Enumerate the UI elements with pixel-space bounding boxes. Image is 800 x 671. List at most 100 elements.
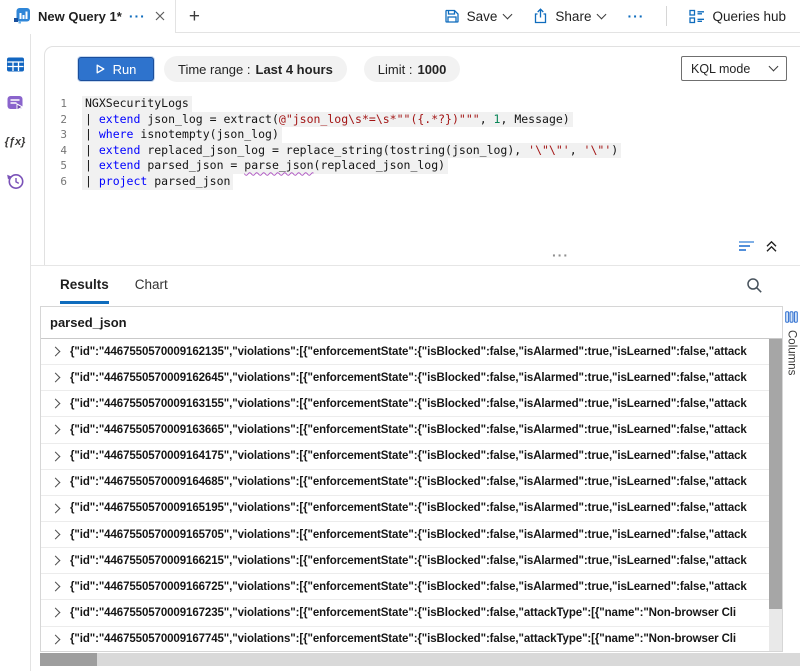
code-line[interactable]: 3 | where isnotempty(json_log) xyxy=(45,127,800,143)
table-row[interactable]: {"id":"4467550570009162645","violations"… xyxy=(41,365,769,391)
table-row[interactable]: {"id":"4467550570009163665","violations"… xyxy=(41,417,769,443)
save-label: Save xyxy=(467,9,498,24)
table-row[interactable]: {"id":"4467550570009164685","violations"… xyxy=(41,470,769,496)
run-label: Run xyxy=(113,62,137,77)
columns-panel-label: Columns xyxy=(786,330,798,375)
share-button[interactable]: Share xyxy=(533,8,605,24)
expand-chevron-icon[interactable] xyxy=(51,582,61,592)
code-line[interactable]: 2 | extend json_log = extract(@"json_log\… xyxy=(45,112,800,128)
left-sidebar: {ƒx} xyxy=(0,34,31,671)
table-row[interactable]: {"id":"4467550570009165705","violations"… xyxy=(41,522,769,548)
row-json-value: {"id":"4467550570009165195","violations"… xyxy=(70,502,747,514)
row-json-value: {"id":"4467550570009163665","violations"… xyxy=(70,424,747,436)
row-json-value: {"id":"4467550570009167745","violations"… xyxy=(70,633,736,645)
expand-chevron-icon[interactable] xyxy=(51,556,61,566)
limit-label: Limit : xyxy=(378,62,413,77)
more-actions-button[interactable]: ··· xyxy=(627,11,644,21)
row-json-value: {"id":"4467550570009166215","violations"… xyxy=(70,555,747,567)
code-line[interactable]: 6| project parsed_json xyxy=(45,174,800,190)
row-json-value: {"id":"4467550570009163155","violations"… xyxy=(70,398,747,410)
time-range-value: Last 4 hours xyxy=(256,62,333,77)
code-text: NGXSecurityLogs xyxy=(82,96,192,112)
table-row[interactable]: {"id":"4467550570009166215","violations"… xyxy=(41,548,769,574)
expand-chevron-icon[interactable] xyxy=(51,373,61,383)
limit-picker[interactable]: Limit : 1000 xyxy=(364,56,461,82)
line-number: 3 xyxy=(45,127,67,143)
table-row[interactable]: {"id":"4467550570009167745","violations"… xyxy=(41,627,769,651)
expand-chevron-icon[interactable] xyxy=(51,634,61,644)
kql-mode-select[interactable]: KQL mode xyxy=(681,56,787,81)
tab-more-icon[interactable]: ··· xyxy=(129,11,146,21)
sidebar-data-table-icon[interactable] xyxy=(4,54,26,74)
share-chevron-down-icon xyxy=(597,9,607,19)
horizontal-scrollbar[interactable] xyxy=(40,653,800,666)
expand-chevron-icon[interactable] xyxy=(51,399,61,409)
share-label: Share xyxy=(555,9,591,24)
line-number: 4 xyxy=(45,143,67,159)
horizontal-scrollbar-thumb[interactable] xyxy=(40,653,97,666)
actions-divider xyxy=(666,6,667,26)
results-tabs: Results Chart xyxy=(31,266,800,304)
query-tab[interactable]: New Query 1* ··· xyxy=(0,0,176,33)
editor-tools xyxy=(738,240,778,253)
new-tab-button[interactable]: + xyxy=(189,7,200,26)
query-panel: Run Time range : Last 4 hours Limit : 10… xyxy=(31,34,800,266)
columns-panel-toggle[interactable]: Columns xyxy=(783,306,800,652)
tab-bar: New Query 1* ··· + Save xyxy=(0,0,800,33)
tab-title: New Query 1* xyxy=(38,9,122,24)
expand-chevron-icon[interactable] xyxy=(51,608,61,618)
results-body: {"id":"4467550570009162135","violations"… xyxy=(41,339,769,651)
queries-hub-button[interactable]: Queries hub xyxy=(689,9,786,24)
search-results-icon[interactable] xyxy=(746,277,763,294)
collapse-editor-icon[interactable] xyxy=(765,240,778,253)
save-chevron-down-icon xyxy=(503,9,513,19)
tab-close-icon[interactable] xyxy=(155,11,165,21)
sidebar-functions-icon[interactable]: {ƒx} xyxy=(4,132,26,152)
queries-hub-label: Queries hub xyxy=(712,9,786,24)
format-query-icon[interactable] xyxy=(738,240,756,253)
code-line[interactable]: 5| extend parsed_json = parse_json(repla… xyxy=(45,158,800,174)
table-row[interactable]: {"id":"4467550570009165195","violations"… xyxy=(41,496,769,522)
row-json-value: {"id":"4467550570009167235","violations"… xyxy=(70,607,736,619)
code-lines: 1NGXSecurityLogs2 | extend json_log = ext… xyxy=(45,96,800,190)
code-editor[interactable]: 1NGXSecurityLogs2 | extend json_log = ext… xyxy=(45,96,800,190)
vertical-scrollbar-thumb[interactable] xyxy=(769,339,782,609)
columns-icon xyxy=(785,311,798,323)
time-range-picker[interactable]: Time range : Last 4 hours xyxy=(164,56,347,82)
expand-chevron-icon[interactable] xyxy=(51,477,61,487)
column-header-parsed-json[interactable]: parsed_json xyxy=(41,307,782,339)
code-line[interactable]: 1NGXSecurityLogs xyxy=(45,96,800,112)
expand-chevron-icon[interactable] xyxy=(51,503,61,513)
code-text: | where isnotempty(json_log) xyxy=(82,127,282,143)
row-json-value: {"id":"4467550570009164685","violations"… xyxy=(70,476,747,488)
table-row[interactable]: {"id":"4467550570009162135","violations"… xyxy=(41,339,769,365)
table-row[interactable]: {"id":"4467550570009167235","violations"… xyxy=(41,600,769,626)
results-grid: parsed_json {"id":"4467550570009162135",… xyxy=(40,306,783,652)
row-json-value: {"id":"4467550570009162135","violations"… xyxy=(70,346,747,358)
tab-actions: Save Share ··· xyxy=(444,6,800,26)
tab-results[interactable]: Results xyxy=(60,277,109,304)
run-button[interactable]: Run xyxy=(78,57,154,81)
code-text: | extend parsed_json = parse_json(replac… xyxy=(82,158,448,174)
share-icon xyxy=(533,8,548,24)
line-number: 2 xyxy=(45,112,67,128)
table-row[interactable]: {"id":"4467550570009163155","violations"… xyxy=(41,391,769,417)
expand-chevron-icon[interactable] xyxy=(51,451,61,461)
sidebar-history-icon[interactable] xyxy=(4,171,26,191)
expand-chevron-icon[interactable] xyxy=(51,425,61,435)
limit-value: 1000 xyxy=(417,62,446,77)
code-line[interactable]: 4| extend replaced_json_log = replace_st… xyxy=(45,143,800,159)
table-row[interactable]: {"id":"4467550570009166725","violations"… xyxy=(41,574,769,600)
expand-chevron-icon[interactable] xyxy=(51,530,61,540)
sidebar-queries-icon[interactable] xyxy=(4,93,26,113)
save-button[interactable]: Save xyxy=(444,8,512,24)
code-text: | extend json_log = extract(@"json_log\s… xyxy=(82,112,573,128)
table-row[interactable]: {"id":"4467550570009164175","violations"… xyxy=(41,444,769,470)
tab-chart[interactable]: Chart xyxy=(135,277,168,304)
row-json-value: {"id":"4467550570009162645","violations"… xyxy=(70,372,747,384)
play-icon xyxy=(96,64,105,74)
vertical-scrollbar[interactable] xyxy=(769,339,782,651)
expand-chevron-icon[interactable] xyxy=(51,347,61,357)
kql-mode-chevron-down-icon xyxy=(769,62,779,72)
pane-splitter-handle[interactable]: ··· xyxy=(552,247,569,263)
